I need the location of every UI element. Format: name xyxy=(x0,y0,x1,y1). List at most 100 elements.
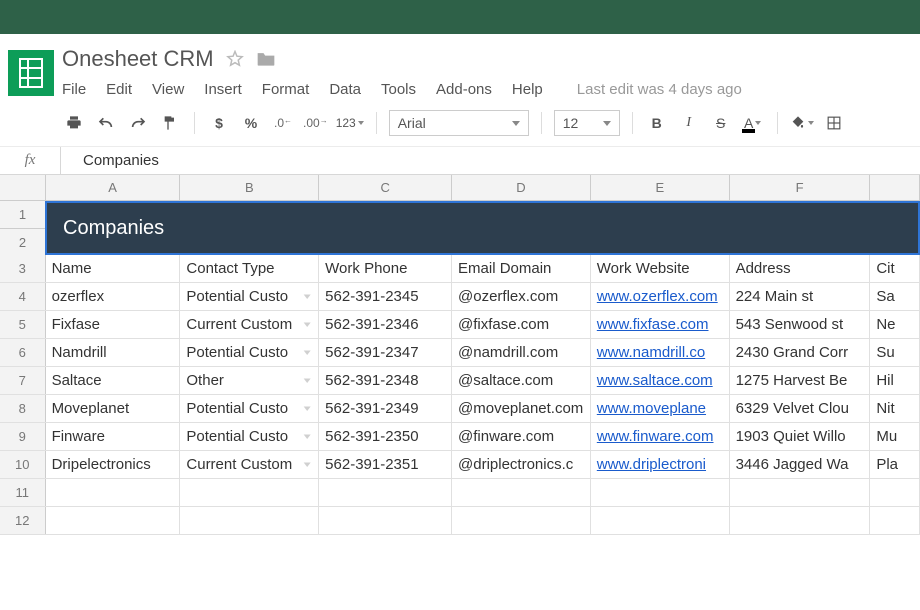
cell-city[interactable]: Pla xyxy=(870,451,920,478)
cell-city[interactable]: Mu xyxy=(870,423,920,450)
cell-work-phone[interactable]: 562-391-2345 xyxy=(319,283,452,310)
cell[interactable] xyxy=(319,507,452,534)
font-size-selector[interactable]: 12 xyxy=(554,110,620,136)
row-head[interactable]: 11 xyxy=(0,479,46,506)
row-head-3[interactable]: 3 xyxy=(0,255,46,282)
cell-email-domain[interactable]: @moveplanet.com xyxy=(452,395,591,422)
row-head[interactable]: 6 xyxy=(0,339,46,366)
cell-email-domain[interactable]: @finware.com xyxy=(452,423,591,450)
last-edit-label[interactable]: Last edit was 4 days ago xyxy=(577,81,742,98)
bold-button[interactable]: B xyxy=(645,110,669,136)
cell-city[interactable]: Ne xyxy=(870,311,920,338)
cell-email-domain[interactable]: @saltace.com xyxy=(452,367,591,394)
row-head-2[interactable]: 2 xyxy=(0,228,46,255)
menu-help[interactable]: Help xyxy=(512,81,543,98)
menu-insert[interactable]: Insert xyxy=(204,81,242,98)
cell[interactable] xyxy=(180,507,319,534)
cell[interactable] xyxy=(452,507,591,534)
cell-work-phone[interactable]: 562-391-2349 xyxy=(319,395,452,422)
cell-name[interactable]: Moveplanet xyxy=(46,395,181,422)
cell-email-domain[interactable]: @driplectronics.c xyxy=(452,451,591,478)
cell-contact-type[interactable]: Current Custom xyxy=(180,451,319,478)
cell-contact-type[interactable]: Other xyxy=(180,367,319,394)
row-head[interactable]: 4 xyxy=(0,283,46,310)
cell[interactable] xyxy=(870,479,920,506)
redo-icon[interactable] xyxy=(126,110,150,136)
cell-city[interactable]: Hil xyxy=(870,367,920,394)
percent-button[interactable]: % xyxy=(239,110,263,136)
strikethrough-button[interactable]: S xyxy=(709,110,733,136)
menu-data[interactable]: Data xyxy=(329,81,361,98)
cell-work-phone[interactable]: 562-391-2351 xyxy=(319,451,452,478)
cell-address[interactable]: 1903 Quiet Willo xyxy=(730,423,871,450)
header-city[interactable]: Cit xyxy=(870,255,920,282)
cell-email-domain[interactable]: @ozerflex.com xyxy=(452,283,591,310)
col-head-C[interactable]: C xyxy=(319,175,452,200)
cell-contact-type[interactable]: Potential Custo xyxy=(180,423,319,450)
col-head-G[interactable] xyxy=(870,175,920,200)
header-name[interactable]: Name xyxy=(46,255,181,282)
cell-work-website[interactable]: www.saltace.com xyxy=(591,367,730,394)
document-title[interactable]: Onesheet CRM xyxy=(62,46,214,72)
dropdown-icon[interactable] xyxy=(302,432,312,442)
row-head-1[interactable]: 1 xyxy=(0,201,46,228)
cell-name[interactable]: Saltace xyxy=(46,367,181,394)
cell[interactable] xyxy=(730,479,871,506)
cell-address[interactable]: 2430 Grand Corr xyxy=(730,339,871,366)
cell-address[interactable]: 6329 Velvet Clou xyxy=(730,395,871,422)
increase-decimal-button[interactable]: .00→ xyxy=(303,110,328,136)
col-head-A[interactable]: A xyxy=(46,175,181,200)
currency-button[interactable]: $ xyxy=(207,110,231,136)
cell-city[interactable]: Sa xyxy=(870,283,920,310)
col-head-D[interactable]: D xyxy=(452,175,591,200)
paint-format-icon[interactable] xyxy=(158,110,182,136)
banner-cell[interactable]: Companies xyxy=(45,201,920,255)
cell-email-domain[interactable]: @namdrill.com xyxy=(452,339,591,366)
cell-work-phone[interactable]: 562-391-2350 xyxy=(319,423,452,450)
cell-work-website[interactable]: www.finware.com xyxy=(591,423,730,450)
cell[interactable] xyxy=(46,507,181,534)
menu-file[interactable]: File xyxy=(62,81,86,98)
text-color-button[interactable]: A xyxy=(741,110,765,136)
row-head[interactable]: 12 xyxy=(0,507,46,534)
cell-work-website[interactable]: www.driplectroni xyxy=(591,451,730,478)
menu-addons[interactable]: Add-ons xyxy=(436,81,492,98)
cell[interactable] xyxy=(591,507,730,534)
undo-icon[interactable] xyxy=(94,110,118,136)
dropdown-icon[interactable] xyxy=(302,404,312,414)
cell-work-website[interactable]: www.ozerflex.com xyxy=(591,283,730,310)
cell-work-website[interactable]: www.fixfase.com xyxy=(591,311,730,338)
dropdown-icon[interactable] xyxy=(302,320,312,330)
cell-city[interactable]: Su xyxy=(870,339,920,366)
header-work-phone[interactable]: Work Phone xyxy=(319,255,452,282)
folder-icon[interactable] xyxy=(256,50,276,68)
cell[interactable] xyxy=(46,479,181,506)
header-email-domain[interactable]: Email Domain xyxy=(452,255,591,282)
cell-name[interactable]: Finware xyxy=(46,423,181,450)
cell[interactable] xyxy=(730,507,871,534)
cell-work-website[interactable]: www.moveplane xyxy=(591,395,730,422)
cell[interactable] xyxy=(452,479,591,506)
cell-city[interactable]: Nit xyxy=(870,395,920,422)
cell-name[interactable]: Fixfase xyxy=(46,311,181,338)
row-head[interactable]: 9 xyxy=(0,423,46,450)
cell[interactable] xyxy=(319,479,452,506)
menu-format[interactable]: Format xyxy=(262,81,310,98)
decrease-decimal-button[interactable]: .0← xyxy=(271,110,295,136)
italic-button[interactable]: I xyxy=(677,110,701,136)
dropdown-icon[interactable] xyxy=(302,292,312,302)
row-head[interactable]: 10 xyxy=(0,451,46,478)
row-head[interactable]: 5 xyxy=(0,311,46,338)
col-head-B[interactable]: B xyxy=(180,175,319,200)
cell-address[interactable]: 543 Senwood st xyxy=(730,311,871,338)
header-contact-type[interactable]: Contact Type xyxy=(180,255,319,282)
star-icon[interactable] xyxy=(226,50,244,68)
borders-button[interactable] xyxy=(822,110,846,136)
cell-address[interactable]: 3446 Jagged Wa xyxy=(730,451,871,478)
cell-name[interactable]: ozerflex xyxy=(46,283,181,310)
cell-name[interactable]: Namdrill xyxy=(46,339,181,366)
dropdown-icon[interactable] xyxy=(302,376,312,386)
col-head-F[interactable]: F xyxy=(730,175,871,200)
row-head[interactable]: 8 xyxy=(0,395,46,422)
fill-color-button[interactable] xyxy=(790,110,814,136)
